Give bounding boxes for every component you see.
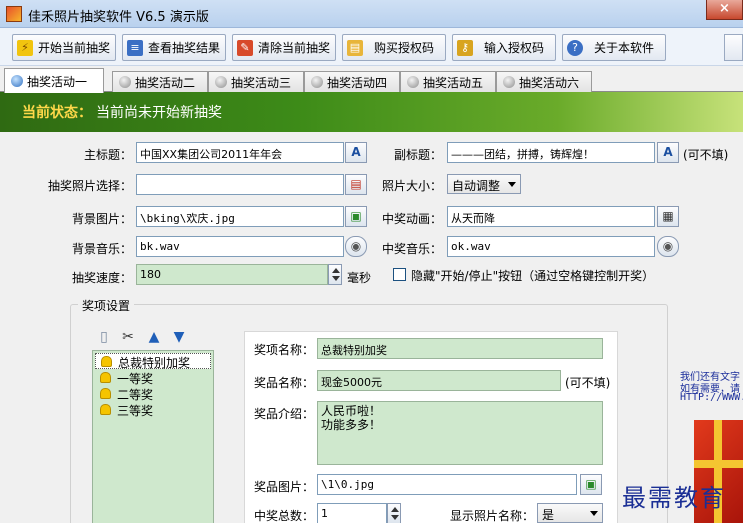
document-cart-icon: ▤ <box>347 39 363 56</box>
about-button[interactable]: ? 关于本软件 <box>562 34 666 61</box>
item-name-input[interactable]: 现金5000元 <box>317 370 561 391</box>
new-file-icon[interactable]: ▯ <box>95 328 113 346</box>
item-name-label: 奖品名称： <box>253 376 314 390</box>
key-icon: ⚷ <box>457 39 473 56</box>
tab-activity-6[interactable]: 抽奖活动六 <box>496 71 592 92</box>
win-music-label: 中奖音乐： <box>381 242 442 256</box>
pin-icon <box>503 76 515 88</box>
list-item[interactable]: 总裁特别加奖 <box>95 353 211 370</box>
bg-image-label: 背景图片： <box>71 212 132 226</box>
app-logo-icon <box>6 6 22 22</box>
show-name-select[interactable]: 是 <box>537 503 603 523</box>
prize-list[interactable]: 总裁特别加奖 一等奖 二等奖 三等奖 <box>92 350 214 523</box>
tab-activity-5[interactable]: 抽奖活动五 <box>400 71 496 92</box>
side-ad-link[interactable]: HTTP://WWW. <box>680 392 743 403</box>
tab-activity-3[interactable]: 抽奖活动三 <box>208 71 304 92</box>
item-name-note: (可不填) <box>565 376 611 390</box>
total-stepper[interactable] <box>387 503 401 523</box>
status-text: 当前尚未开始新抽奖 <box>96 105 222 121</box>
status-bar: 当前状态： 当前尚未开始新抽奖 <box>0 92 743 132</box>
chevron-down-icon <box>508 182 516 187</box>
clear-lottery-button[interactable]: ✎ 清除当前抽奖 <box>232 34 336 61</box>
list-item[interactable]: 二等奖 <box>95 386 153 402</box>
help-icon: ? <box>567 39 583 56</box>
win-music-input[interactable]: ok.wav <box>447 236 655 257</box>
watermark: 最需教育 <box>622 484 726 512</box>
buy-license-button[interactable]: ▤ 购买授权码 <box>342 34 446 61</box>
show-name-label: 显示照片名称： <box>449 509 534 523</box>
speaker-icon[interactable]: ◉ <box>657 236 679 257</box>
window-title: 佳禾照片抽奖软件 V6.5 演示版 <box>28 10 209 25</box>
bell-icon <box>101 356 112 367</box>
bg-music-input[interactable]: bk.wav <box>136 236 344 257</box>
win-anim-input[interactable]: 从天而降 <box>447 206 655 227</box>
bell-icon <box>100 388 111 399</box>
speed-stepper[interactable] <box>328 264 342 285</box>
image-picker-icon[interactable]: ▣ <box>580 474 602 495</box>
enter-license-button[interactable]: ⚷ 输入授权码 <box>452 34 556 61</box>
status-label: 当前状态： <box>22 105 92 121</box>
speed-label: 抽奖速度： <box>71 271 132 285</box>
tab-activity-4[interactable]: 抽奖活动四 <box>304 71 400 92</box>
view-results-button[interactable]: ≡ 查看抽奖结果 <box>122 34 226 61</box>
title-bar: 佳禾照片抽奖软件 V6.5 演示版 × <box>0 0 743 28</box>
prize-settings-title: 奖项设置 <box>78 297 135 314</box>
scissors-icon[interactable]: ✂ <box>119 328 137 346</box>
bg-music-label: 背景音乐： <box>71 242 132 256</box>
close-button[interactable]: × <box>706 0 743 20</box>
photo-select-label: 抽奖照片选择： <box>47 179 132 193</box>
toolbar: ⚡ 开始当前抽奖 ≡ 查看抽奖结果 ✎ 清除当前抽奖 ▤ 购买授权码 ⚷ 输入授… <box>0 28 743 66</box>
prize-name-input[interactable]: 总裁特别加奖 <box>317 338 603 359</box>
hide-buttons-checkbox[interactable] <box>393 268 406 281</box>
results-list-icon: ≡ <box>127 39 143 56</box>
arrow-up-icon[interactable]: ▲ <box>145 328 163 346</box>
list-item[interactable]: 三等奖 <box>95 402 153 418</box>
main-title-input[interactable]: 中国XX集团公司2011年年会 <box>136 142 344 163</box>
item-desc-textarea[interactable]: 人民币啦！ 功能多多！ <box>317 401 603 465</box>
pin-icon <box>311 76 323 88</box>
photo-select-input[interactable] <box>136 174 344 195</box>
main-title-label: 主标题： <box>83 148 132 162</box>
subtitle-input[interactable]: ———团结，拼搏，铸辉煌！ <box>447 142 655 163</box>
pin-icon <box>215 76 227 88</box>
tab-strip: 抽奖活动一 抽奖活动二 抽奖活动三 抽奖活动四 抽奖活动五 抽奖活动六 <box>0 66 743 93</box>
list-item[interactable]: 一等奖 <box>95 370 153 386</box>
total-label: 中奖总数： <box>253 509 314 523</box>
eraser-icon: ✎ <box>237 39 253 56</box>
tab-activity-1[interactable]: 抽奖活动一 <box>4 68 104 93</box>
subtitle-font-button[interactable]: A <box>657 142 679 163</box>
lightning-icon: ⚡ <box>17 39 33 56</box>
bell-icon <box>100 372 111 383</box>
photo-size-select[interactable]: 自动调整 <box>447 174 521 194</box>
bg-image-input[interactable]: \bking\欢庆.jpg <box>136 206 344 227</box>
tab-activity-2[interactable]: 抽奖活动二 <box>112 71 208 92</box>
total-input[interactable]: 1 <box>317 503 387 523</box>
pin-icon <box>407 76 419 88</box>
subtitle-label: 副标题： <box>393 148 442 162</box>
hide-buttons-label: 隐藏"开始/停止"按钮（通过空格键控制开奖） <box>411 269 655 283</box>
animation-picker-icon[interactable]: ▦ <box>657 206 679 227</box>
win-anim-label: 中奖动画： <box>381 212 442 226</box>
chevron-down-icon <box>590 511 598 516</box>
item-desc-label: 奖品介绍： <box>253 407 314 421</box>
pin-icon <box>119 76 131 88</box>
subtitle-note: (可不填) <box>683 148 729 162</box>
item-image-label: 奖品图片： <box>253 480 314 494</box>
exit-button[interactable] <box>724 34 743 61</box>
bell-icon <box>100 404 111 415</box>
start-lottery-button[interactable]: ⚡ 开始当前抽奖 <box>12 34 116 61</box>
speed-input[interactable]: 180 <box>136 264 328 285</box>
pin-icon <box>11 75 23 87</box>
arrow-down-icon[interactable]: ▼ <box>170 328 188 346</box>
item-image-input[interactable]: \1\0.jpg <box>317 474 577 495</box>
photo-size-label: 照片大小： <box>381 179 442 193</box>
prize-name-label: 奖项名称： <box>253 343 314 357</box>
speed-unit: 毫秒 <box>347 271 372 285</box>
